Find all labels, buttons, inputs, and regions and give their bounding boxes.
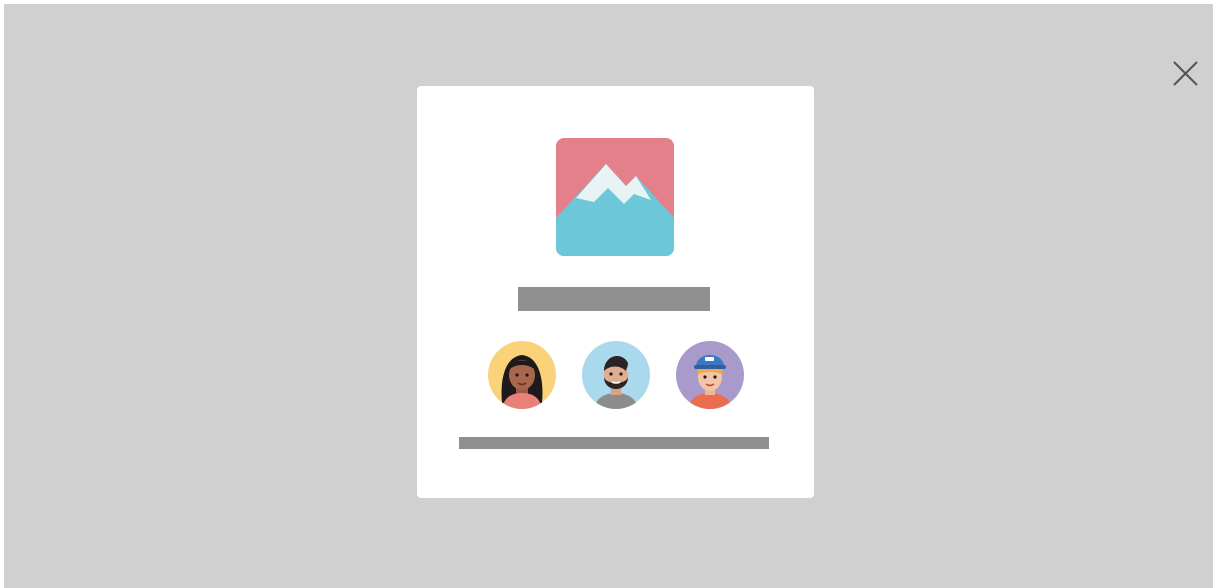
avatar-group xyxy=(488,341,744,411)
modal-overlay[interactable] xyxy=(4,4,1213,588)
avatar-woman xyxy=(488,341,556,409)
subtitle-placeholder xyxy=(459,437,769,449)
avatar-bearded-man xyxy=(582,341,650,409)
title-placeholder xyxy=(518,287,710,311)
close-button[interactable] xyxy=(1168,58,1202,90)
avatar-man-cap xyxy=(676,341,744,409)
close-icon xyxy=(1173,61,1198,86)
image-placeholder-icon xyxy=(556,138,674,256)
dialog-card xyxy=(417,86,814,498)
